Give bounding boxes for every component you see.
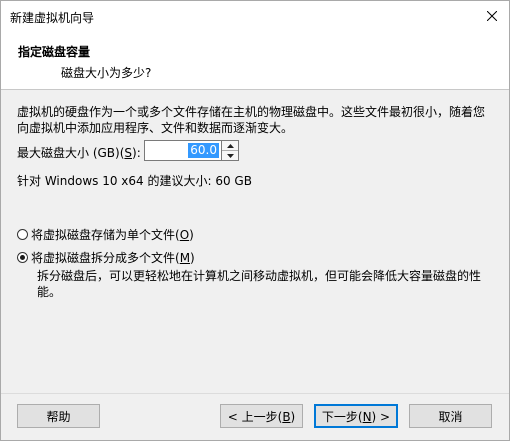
disk-size-input[interactable]: 60.0 bbox=[144, 140, 221, 161]
disk-size-label: 最大磁盘大小 (GB)(S): bbox=[17, 146, 141, 160]
cancel-button-label: 取消 bbox=[438, 409, 463, 424]
title-bar: 新建虚拟机向导 bbox=[1, 1, 509, 31]
next-button[interactable]: 下一步(N) > bbox=[314, 404, 398, 428]
disk-size-value: 60.0 bbox=[188, 143, 219, 158]
help-button[interactable]: 帮助 bbox=[17, 404, 100, 428]
back-button[interactable]: < 上一步(B) bbox=[220, 404, 303, 428]
next-button-label: 下一步(N) > bbox=[321, 409, 391, 424]
radio-multiple-files-label: 将虚拟磁盘拆分成多个文件(M) bbox=[31, 251, 195, 265]
radio-multiple-files[interactable]: 将虚拟磁盘拆分成多个文件(M) bbox=[17, 249, 195, 266]
page-subtitle: 磁盘大小为多少? bbox=[61, 66, 152, 80]
disk-description: 虚拟机的硬盘作为一个或多个文件存储在主机的物理磁盘中。这些文件最初很小，随着您向… bbox=[17, 105, 486, 135]
disk-size-spinner[interactable] bbox=[221, 140, 239, 161]
close-icon bbox=[487, 11, 497, 21]
radio-single-file[interactable]: 将虚拟磁盘存储为单个文件(O) bbox=[17, 226, 194, 243]
radio-button-selected[interactable] bbox=[17, 252, 28, 263]
help-button-label: 帮助 bbox=[46, 409, 71, 424]
chevron-up-icon bbox=[226, 143, 234, 148]
split-description: 拆分磁盘后，可以更轻松地在计算机之间移动虚拟机，但可能会降低大容量磁盘的性能。 bbox=[37, 269, 482, 299]
close-button[interactable] bbox=[475, 1, 509, 31]
chevron-down-icon bbox=[226, 153, 234, 158]
spin-down-button[interactable] bbox=[222, 151, 238, 160]
radio-single-file-label: 将虚拟磁盘存储为单个文件(O) bbox=[31, 228, 194, 242]
radio-button[interactable] bbox=[17, 229, 28, 240]
cancel-button[interactable]: 取消 bbox=[409, 404, 492, 428]
recommended-size: 针对 Windows 10 x64 的建议大小: 60 GB bbox=[17, 174, 252, 188]
footer-divider bbox=[1, 393, 509, 394]
wizard-header: 指定磁盘容量 磁盘大小为多少? bbox=[1, 31, 509, 90]
wizard-window: 新建虚拟机向导 指定磁盘容量 磁盘大小为多少? 虚拟机的硬盘作为一个或多个文件存… bbox=[0, 0, 510, 441]
spin-up-button[interactable] bbox=[222, 141, 238, 151]
back-button-label: < 上一步(B) bbox=[227, 409, 296, 424]
window-title: 新建虚拟机向导 bbox=[10, 11, 95, 25]
page-title: 指定磁盘容量 bbox=[18, 45, 91, 59]
